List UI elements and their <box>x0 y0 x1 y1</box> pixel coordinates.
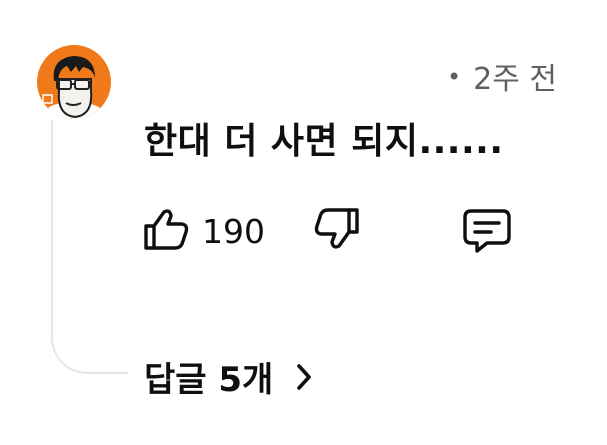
timestamp-text: 2주 전 <box>473 62 557 97</box>
thumbs-up-icon <box>142 206 190 256</box>
reply-button[interactable] <box>461 207 513 259</box>
comment-icon <box>461 207 513 259</box>
comment-timestamp: • 2주 전 <box>447 54 557 98</box>
view-replies-link[interactable]: 답글 5개 <box>144 352 313 401</box>
reply-thread-line <box>51 120 128 374</box>
like-count: 190 <box>202 211 265 251</box>
chevron-right-icon <box>295 362 313 392</box>
comment-body: 한대 더 사면 되지...... <box>144 121 504 162</box>
dislike-button[interactable] <box>313 206 361 256</box>
like-button[interactable]: 190 <box>142 206 265 256</box>
replies-count-label: 답글 5개 <box>144 360 274 400</box>
thumbs-down-icon <box>313 206 361 256</box>
avatar-illustration <box>37 45 111 119</box>
timestamp-separator: • <box>447 63 462 91</box>
author-avatar[interactable] <box>37 45 111 119</box>
